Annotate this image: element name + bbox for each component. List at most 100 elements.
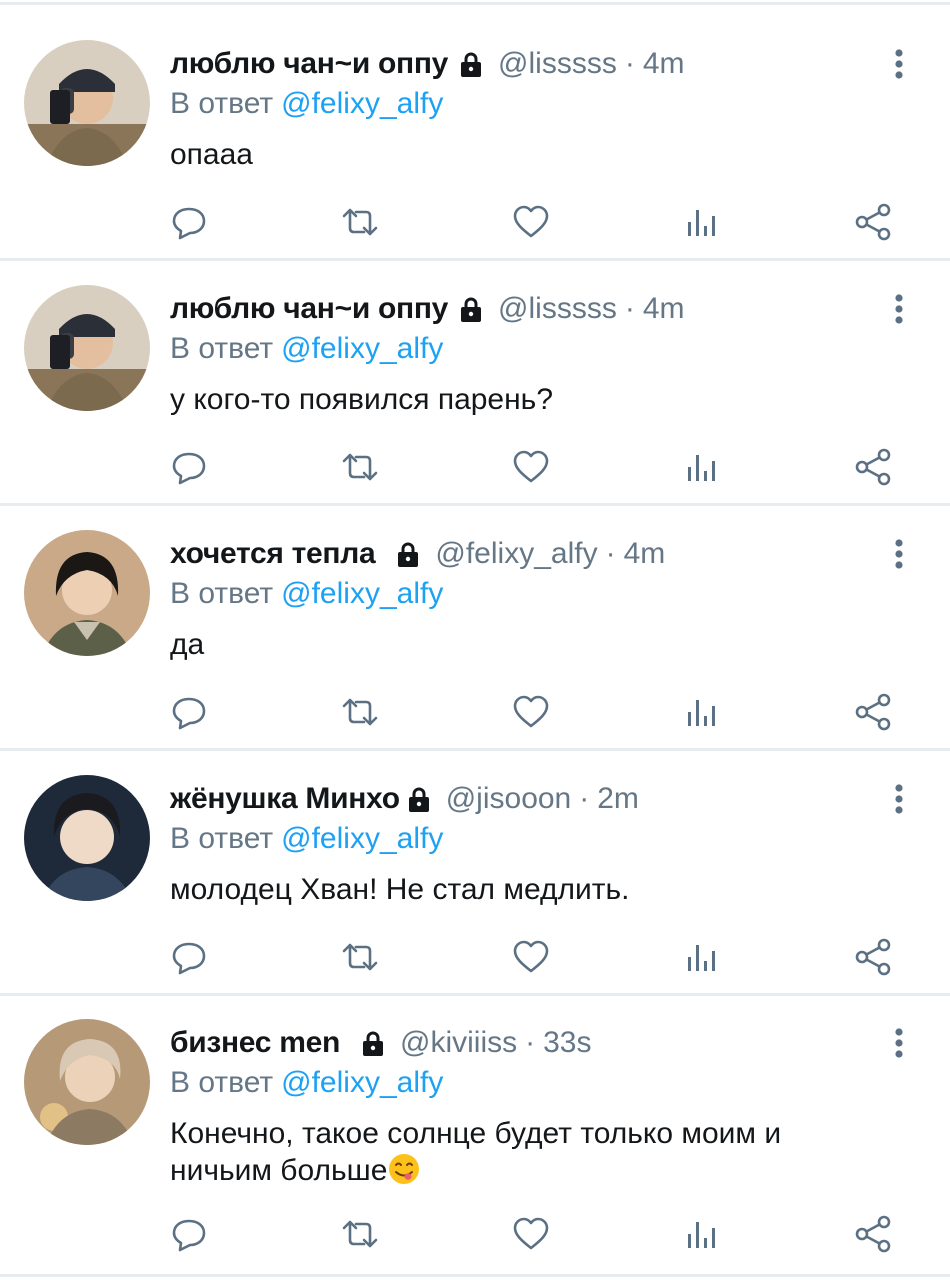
action-bar — [0, 935, 950, 979]
reply-context: В ответ @felixy_alfy — [170, 819, 443, 859]
reply-to-link[interactable]: @felixy_alfy — [281, 577, 443, 611]
reply-prefix: В ответ — [170, 1066, 274, 1099]
reply-icon[interactable] — [167, 200, 211, 244]
tweet-feed: люблю чан~и оппу @lisssss · 4m В ответ @… — [0, 0, 950, 1280]
action-bar — [0, 200, 950, 244]
tweet-text-content: молодец Хван! Не стал медлить. — [170, 873, 630, 906]
tweet[interactable]: жёнушка Минхо @jisooon · 2m В ответ @fel… — [0, 739, 950, 981]
share-icon[interactable] — [851, 1212, 895, 1256]
more-options-icon[interactable] — [884, 287, 914, 331]
like-icon[interactable] — [509, 1212, 553, 1256]
retweet-icon[interactable] — [338, 200, 382, 244]
timestamp[interactable]: 4m — [643, 47, 685, 81]
like-icon[interactable] — [509, 200, 553, 244]
reply-icon[interactable] — [167, 445, 211, 489]
reply-prefix: В ответ — [170, 577, 274, 610]
separator: · — [624, 292, 635, 325]
retweet-icon[interactable] — [338, 690, 382, 734]
analytics-icon[interactable] — [680, 445, 724, 489]
handle[interactable]: @kiviiiss — [400, 1026, 517, 1060]
lock-icon — [456, 49, 486, 79]
reply-icon[interactable] — [167, 690, 211, 734]
reply-context: В ответ @felixy_alfy — [170, 1063, 443, 1103]
tweet-text: Конечно, такое солнце будет только моим … — [170, 1115, 870, 1189]
display-name[interactable]: бизнес men — [170, 1026, 340, 1060]
reply-icon[interactable] — [167, 1212, 211, 1256]
like-icon[interactable] — [509, 445, 553, 489]
action-bar — [0, 1212, 950, 1256]
lock-icon — [456, 294, 486, 324]
tweet[interactable]: люблю чан~и оппу @lisssss · 4m В ответ @… — [0, 249, 950, 491]
tweet-text-content: да — [170, 628, 205, 661]
tweet[interactable]: люблю чан~и оппу @lisssss · 4m В ответ @… — [0, 4, 950, 246]
like-icon[interactable] — [509, 690, 553, 734]
avatar[interactable] — [24, 530, 150, 656]
separator: · — [579, 782, 590, 815]
avatar[interactable] — [24, 285, 150, 411]
retweet-icon[interactable] — [338, 1212, 382, 1256]
display-name[interactable]: люблю чан~и оппу — [170, 292, 448, 326]
lock-icon — [358, 1028, 388, 1058]
avatar[interactable] — [24, 40, 150, 166]
handle[interactable]: @lisssss — [498, 47, 617, 81]
more-options-icon[interactable] — [884, 777, 914, 821]
avatar[interactable] — [24, 1019, 150, 1145]
analytics-icon[interactable] — [680, 935, 724, 979]
reply-to-link[interactable]: @felixy_alfy — [281, 87, 443, 121]
reply-icon[interactable] — [167, 935, 211, 979]
share-icon[interactable] — [851, 935, 895, 979]
tweet-text: да — [170, 626, 900, 663]
divider — [0, 1274, 950, 1277]
handle[interactable]: @lisssss — [498, 292, 617, 326]
share-icon[interactable] — [851, 690, 895, 734]
display-name[interactable]: люблю чан~и оппу — [170, 47, 448, 81]
reply-prefix: В ответ — [170, 332, 274, 365]
tweet-text: молодец Хван! Не стал медлить. — [170, 871, 900, 908]
reply-prefix: В ответ — [170, 87, 274, 120]
more-options-icon[interactable] — [884, 532, 914, 576]
reply-prefix: В ответ — [170, 822, 274, 855]
share-icon[interactable] — [851, 200, 895, 244]
tweet-header: бизнес men @kiviiiss · 33s — [170, 1023, 592, 1063]
reply-to-link[interactable]: @felixy_alfy — [281, 822, 443, 856]
handle[interactable]: @jisooon — [446, 782, 572, 816]
more-options-icon[interactable] — [884, 1021, 914, 1065]
display-name[interactable]: хочется тепла — [170, 537, 376, 571]
tweet-text: опааа — [170, 136, 900, 173]
separator: · — [525, 1026, 536, 1059]
handle[interactable]: @felixy_alfy — [435, 537, 597, 571]
tweet-text: у кого-то появился парень? — [170, 381, 900, 418]
tweet-text-content: у кого-то появился парень? — [170, 383, 553, 416]
analytics-icon[interactable] — [680, 1212, 724, 1256]
reply-context: В ответ @felixy_alfy — [170, 574, 443, 614]
tweet-header: хочется тепла @felixy_alfy · 4m — [170, 534, 665, 574]
tweet-text-content: Конечно, такое солнце будет только моим … — [170, 1117, 782, 1187]
face-savoring-food-emoji — [387, 1152, 421, 1186]
retweet-icon[interactable] — [338, 445, 382, 489]
timestamp[interactable]: 2m — [597, 782, 639, 816]
analytics-icon[interactable] — [680, 690, 724, 734]
tweet[interactable]: хочется тепла @felixy_alfy · 4m В ответ … — [0, 494, 950, 736]
tweet-header: люблю чан~и оппу @lisssss · 4m — [170, 289, 685, 329]
avatar[interactable] — [24, 775, 150, 901]
timestamp[interactable]: 4m — [643, 292, 685, 326]
more-options-icon[interactable] — [884, 42, 914, 86]
tweet-header: люблю чан~и оппу @lisssss · 4m — [170, 44, 685, 84]
display-name[interactable]: жёнушка Минхо — [170, 782, 400, 816]
tweet[interactable]: бизнес men @kiviiiss · 33s В ответ @feli… — [0, 983, 950, 1275]
timestamp[interactable]: 33s — [543, 1026, 591, 1060]
reply-context: В ответ @felixy_alfy — [170, 84, 443, 124]
share-icon[interactable] — [851, 445, 895, 489]
retweet-icon[interactable] — [338, 935, 382, 979]
timestamp[interactable]: 4m — [624, 537, 666, 571]
lock-icon — [393, 539, 423, 569]
reply-to-link[interactable]: @felixy_alfy — [281, 1066, 443, 1100]
reply-to-link[interactable]: @felixy_alfy — [281, 332, 443, 366]
action-bar — [0, 445, 950, 489]
like-icon[interactable] — [509, 935, 553, 979]
separator: · — [624, 47, 635, 80]
action-bar — [0, 690, 950, 734]
lock-icon — [404, 784, 434, 814]
analytics-icon[interactable] — [680, 200, 724, 244]
tweet-header: жёнушка Минхо @jisooon · 2m — [170, 779, 639, 819]
